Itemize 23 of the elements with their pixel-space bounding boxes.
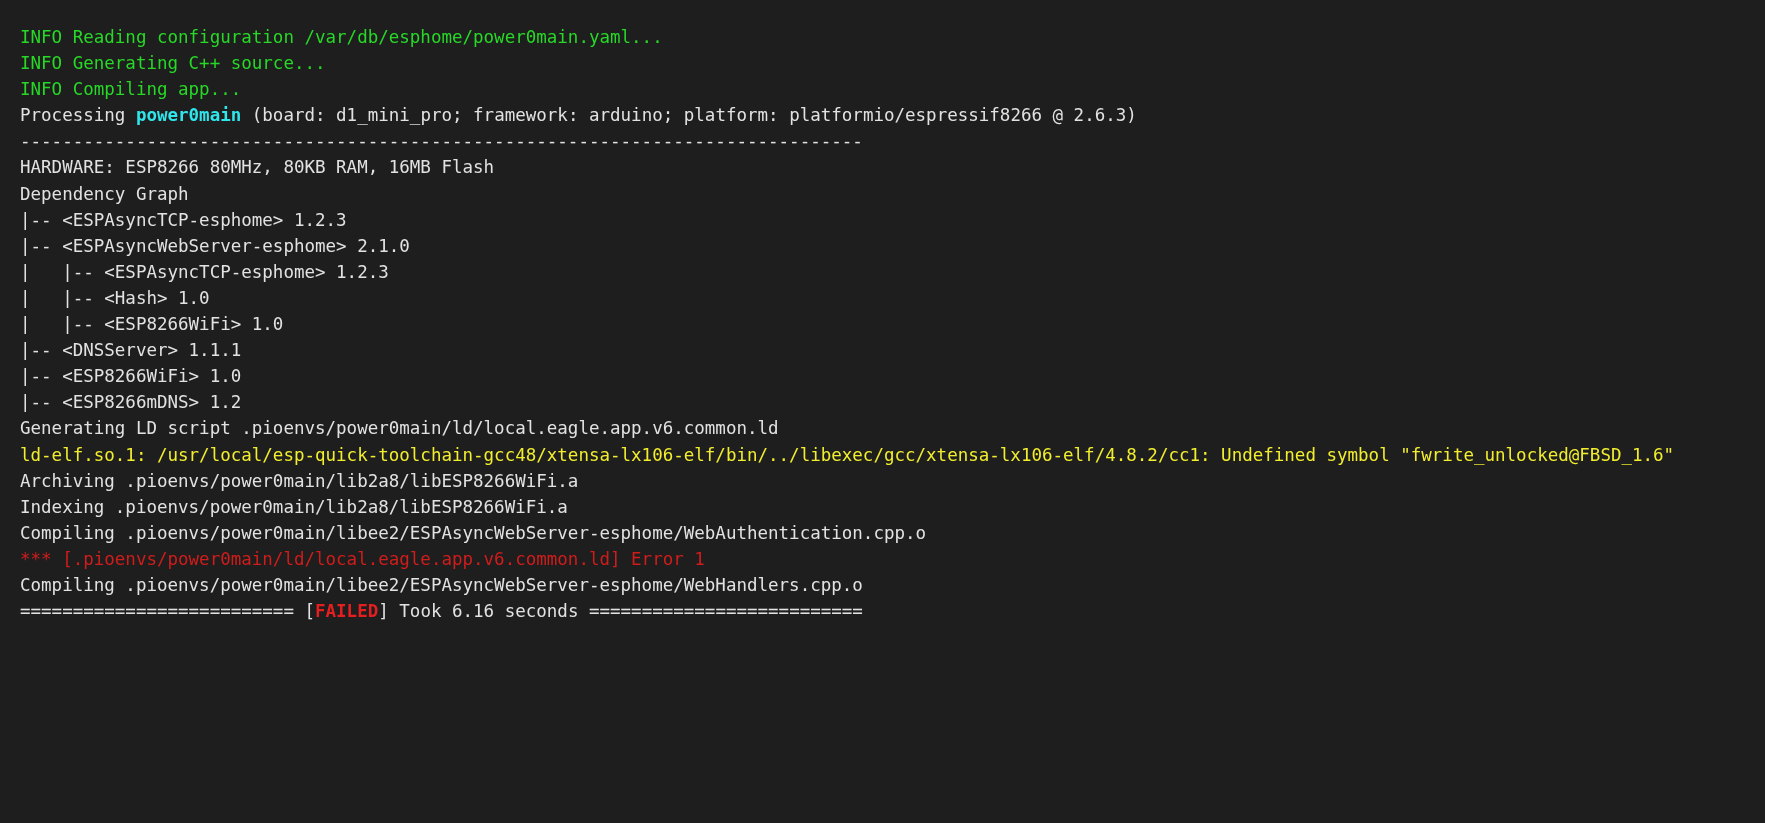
- log-line: Generating LD script .pioenvs/power0main/ld/local.eagle.app.v6.common.ld: [20, 417, 779, 441]
- log-line: Processing power0main (board: d1_mini_pro; framework: arduino; platform: platformio/espressif8266 @ 2.6.3): [20, 104, 1137, 128]
- log-line: ld-elf.so.1: /usr/local/esp-quick-toolchain-gcc48/xtensa-lx106-elf/bin/../libexec/gcc/xtensa-lx106-elf/4.8.2/cc1: Undefined symbol "fwrite_unlocked@FBSD_1.6": [20, 443, 1675, 467]
- log-line: |-- <ESPAsyncWebServer-esphome> 2.1.0: [20, 234, 410, 258]
- log-line: Compiling .pioenvs/power0main/libee2/ESPAsyncWebServer-esphome/WebAuthentication.cpp.o: [20, 521, 927, 545]
- log-line: |-- <ESP8266WiFi> 1.0: [20, 365, 242, 389]
- log-line: |-- <ESPAsyncTCP-esphome> 1.2.3: [20, 208, 347, 232]
- log-line: ========================== [FAILED] Took 6.16 seconds ==========================: [20, 600, 863, 624]
- log-line: INFO Reading configuration /var/db/esphome/power0main.yaml...: [20, 26, 663, 49]
- log-line: INFO Compiling app...: [20, 78, 242, 102]
- log-line: INFO Generating C++ source...: [20, 52, 326, 76]
- log-line: --------------------------------------------------------------------------------: [20, 130, 863, 154]
- log-line: Compiling .pioenvs/power0main/libee2/ESPAsyncWebServer-esphome/WebHandlers.cpp.o: [20, 573, 863, 597]
- log-line: Dependency Graph: [20, 182, 189, 206]
- log-line: Indexing .pioenvs/power0main/lib2a8/libESP8266WiFi.a: [20, 495, 568, 519]
- log-line: | |-- <Hash> 1.0: [20, 286, 210, 310]
- log-line: | |-- <ESPAsyncTCP-esphome> 1.2.3: [20, 260, 389, 284]
- log-line: | |-- <ESP8266WiFi> 1.0: [20, 313, 284, 337]
- log-line: |-- <ESP8266mDNS> 1.2: [20, 391, 242, 415]
- log-line: |-- <DNSServer> 1.1.1: [20, 339, 242, 363]
- log-line: *** [.pioenvs/power0main/ld/local.eagle.app.v6.common.ld] Error 1: [20, 547, 705, 571]
- log-line: Archiving .pioenvs/power0main/lib2a8/libESP8266WiFi.a: [20, 469, 579, 493]
- log-line: HARDWARE: ESP8266 80MHz, 80KB RAM, 16MB Flash: [20, 156, 495, 180]
